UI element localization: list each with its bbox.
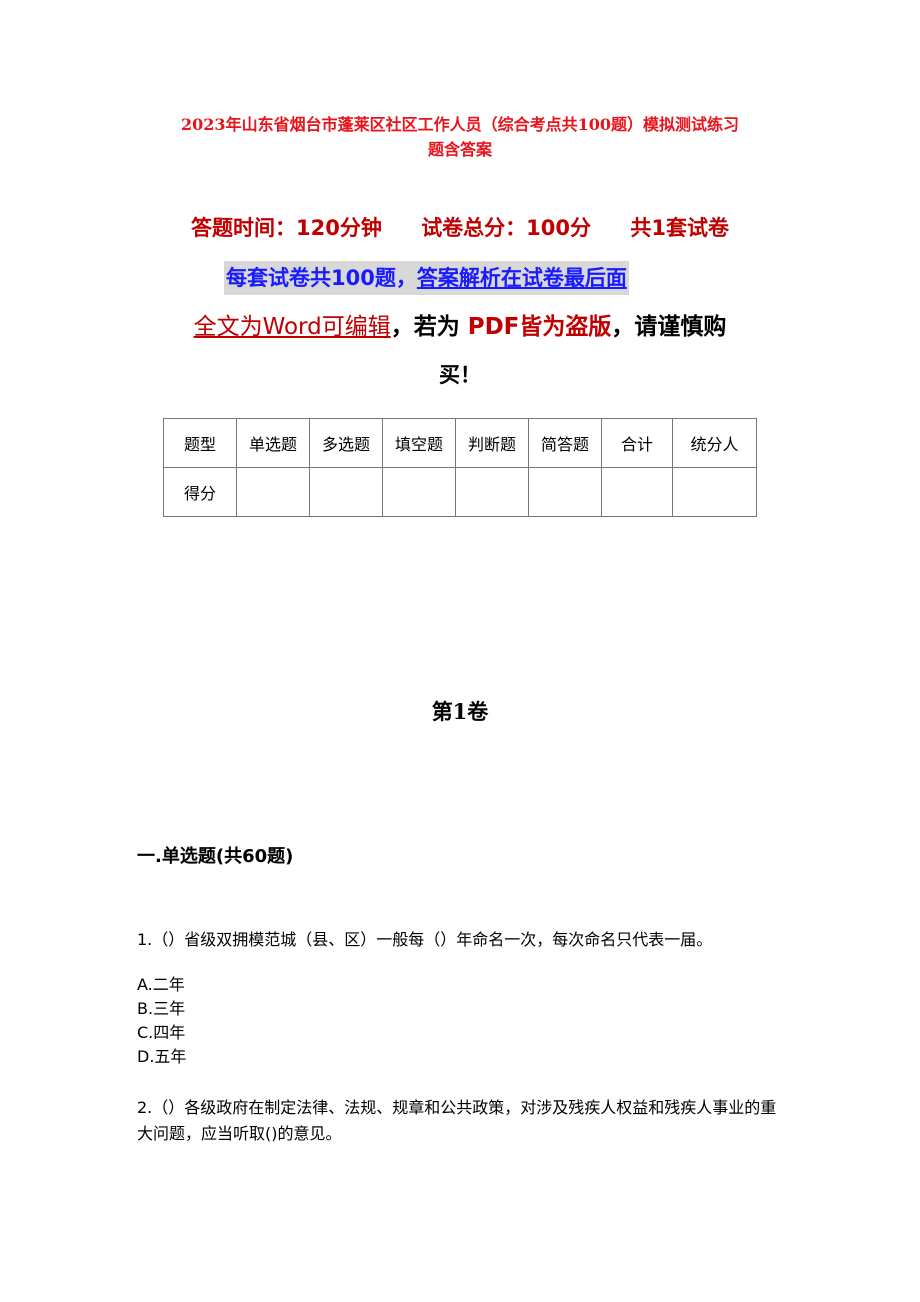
score-table-header-row: 题型 单选题 多选题 填空题 判断题 简答题 合计 统分人 [163,418,757,468]
header-cell: 判断题 [455,418,529,468]
exam-meta: 答题时间：120分钟 试卷总分：100分 共1套试卷 [0,212,920,244]
exam-set-count: 共1套试卷 [630,216,729,240]
score-cell [528,467,602,517]
question-1: 1.（）省级双拥模范城（县、区）一般每（）年命名一次，每次命名只代表一届。 [137,930,713,949]
word-editable-link[interactable]: 全文为Word可编辑 [194,314,391,340]
piracy-warning: 全文为Word可编辑，若为 PDF皆为盗版，请谨慎购 [0,308,920,346]
header-cell: 统分人 [672,418,757,468]
document-title: 2023年山东省烟台市蓬莱区社区工作人员（综合考点共100题）模拟测试练习 题含… [0,112,920,162]
score-table: 题型 单选题 多选题 填空题 判断题 简答题 合计 统分人 得分 [163,418,757,517]
question-1-option-c: C.四年 [137,1023,186,1042]
score-table-score-row: 得分 [163,467,757,517]
volume-title: 第1卷 [431,699,489,724]
notice-answers-link[interactable]: 答案解析在试卷最后面 [417,266,627,290]
score-label-cell: 得分 [163,467,237,517]
pdf-piracy-text: PDF皆为盗版 [467,314,612,340]
header-cell: 题型 [163,418,237,468]
piracy-warning-line2: 买！ [439,363,481,387]
question-1-option-a: A.二年 [137,975,185,994]
exam-time: 答题时间：120分钟 [191,216,382,240]
warning-text: ，若为 [390,314,460,340]
question-1-option-b: B.三年 [137,999,186,1018]
score-cell [382,467,456,517]
header-cell: 合计 [601,418,673,468]
score-cell [309,467,383,517]
title-line-1: 2023年山东省烟台市蓬莱区社区工作人员（综合考点共100题）模拟测试练习 [181,115,739,134]
notice-count: 每套试卷共100题， [226,266,417,290]
header-cell: 填空题 [382,418,456,468]
question-1-option-d: D.五年 [137,1047,187,1066]
section-title: 一.单选题(共60题) [137,846,294,867]
header-cell: 单选题 [236,418,310,468]
header-cell: 多选题 [309,418,383,468]
exam-total-score: 试卷总分：100分 [421,216,592,240]
warning-text-end: ，请谨慎购 [611,314,727,340]
score-cell [236,467,310,517]
score-cell [455,467,529,517]
header-cell: 简答题 [528,418,602,468]
score-cell [601,467,673,517]
question-2: 2.（）各级政府在制定法律、法规、规章和公共政策，对涉及残疾人权益和残疾人事业的… [137,1098,777,1143]
title-line-2: 题含答案 [427,140,492,159]
score-cell [672,467,757,517]
answer-notice: 每套试卷共100题，答案解析在试卷最后面 [224,261,629,295]
